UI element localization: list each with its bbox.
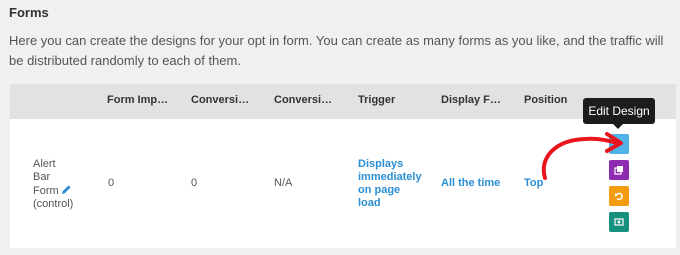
form-name-cell: Alert Bar Form (control) [33, 158, 93, 211]
impressions-value: 0 [108, 177, 115, 189]
header-conversion-rate[interactable]: Conversi… [274, 94, 332, 106]
undo-icon [615, 192, 623, 201]
reset-stats-button[interactable] [609, 186, 629, 206]
header-display-frequency[interactable]: Display F… [441, 94, 501, 106]
trigger-line-2[interactable]: immediately [358, 171, 422, 184]
table-header: Form Imp… Conversi… Conversi… Trigger Di… [10, 84, 676, 119]
preview-icon [614, 218, 624, 226]
form-name-line-3: Form [33, 185, 59, 197]
edit-design-tooltip: Edit Design [583, 98, 655, 129]
form-name-suffix: (control) [33, 198, 74, 210]
header-trigger[interactable]: Trigger [358, 94, 395, 106]
annotation-arrow [541, 132, 623, 180]
edit-name-pencil-icon[interactable] [61, 184, 72, 195]
form-name-line-1: Alert [33, 158, 56, 170]
conversions-value: 0 [191, 177, 198, 189]
preview-button[interactable] [609, 212, 629, 232]
header-form-impressions[interactable]: Form Imp… [107, 94, 168, 106]
trigger-link[interactable]: Displays immediately on page load [358, 158, 422, 210]
display-frequency-link[interactable]: All the time [441, 177, 500, 190]
trigger-line-3[interactable]: on page [358, 184, 422, 197]
trigger-line-1[interactable]: Displays [358, 158, 422, 171]
section-title: Forms [9, 5, 49, 20]
form-name-line-2: Bar [33, 171, 51, 183]
section-description: Here you can create the designs for your… [9, 33, 664, 68]
trigger-line-4[interactable]: load [358, 197, 422, 210]
conversion-rate-value: N/A [274, 177, 293, 189]
header-position[interactable]: Position [524, 94, 567, 106]
header-conversions[interactable]: Conversi… [191, 94, 249, 106]
